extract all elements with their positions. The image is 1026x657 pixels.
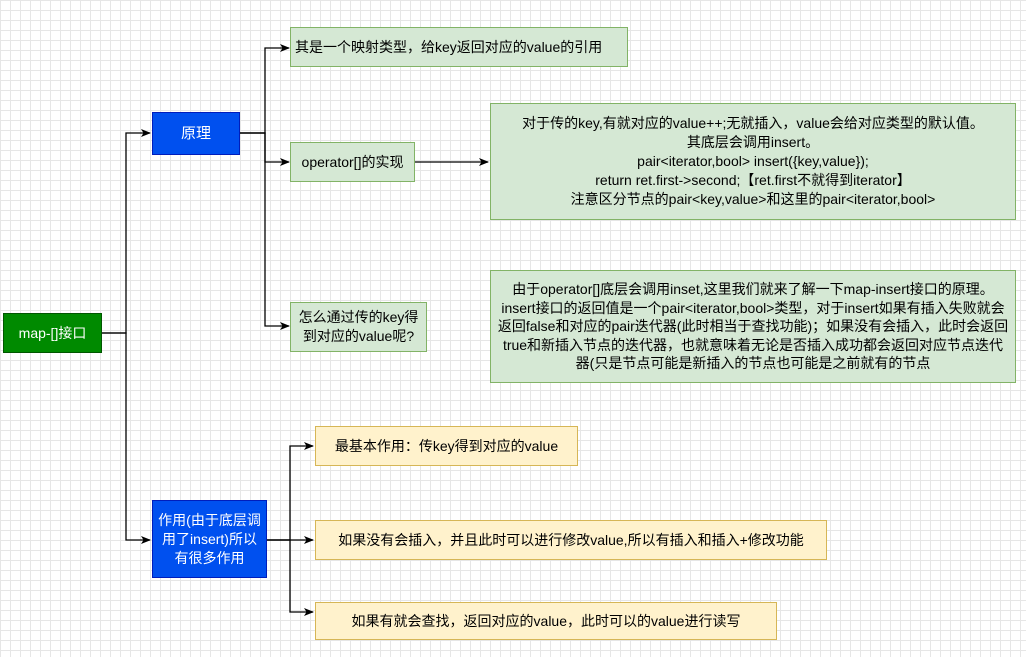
edge-root-principle [102,129,151,334]
edge-principle-mapping [240,44,290,134]
use-find-node: 如果有就会查找，返回对应的value，此时可以的value进行读写 [315,602,777,640]
insert-explain-label: 由于operator[]底层会调用inset,这里我们就来了解一下map-ins… [497,281,1009,372]
use-basic-node: 最基本作用：传key得到对应的value [315,426,578,466]
insert-explain-node: 由于operator[]底层会调用inset,这里我们就来了解一下map-ins… [490,270,1016,383]
use-basic-label: 最基本作用：传key得到对应的value [334,437,559,454]
detail-line: 其底层会调用insert。 [686,134,820,150]
how-get-label: 怎么通过传的key得到对应的value呢? [298,309,419,344]
detail-line: pair<iterator,bool> insert({key,value}); [637,153,869,169]
operator-impl-label: operator[]的实现 [301,153,404,170]
root-label: map-[]接口 [18,324,87,341]
use-insert-node: 如果没有会插入，并且此时可以进行修改value,所以有插入和插入+修改功能 [315,520,827,560]
mapping-label: 其是一个映射类型，给key返回对应的value的引用 [295,38,603,55]
use-find-label: 如果有就会查找，返回对应的value，此时可以的value进行读写 [351,612,741,629]
use-insert-label: 如果没有会插入，并且此时可以进行修改value,所以有插入和插入+修改功能 [338,531,804,548]
edge-purpose-basic [267,442,314,541]
operator-impl-node: operator[]的实现 [290,142,415,182]
principle-node: 原理 [152,112,240,155]
how-get-node: 怎么通过传的key得到对应的value呢? [290,302,427,352]
purpose-node: 作用(由于底层调用了insert)所以有很多作用 [152,500,267,578]
edge-root-purpose [102,332,151,544]
principle-label: 原理 [180,125,211,142]
operator-detail-node: 对于传的key,有就对应的value++;无就插入，value会给对应类型的默认… [490,103,1016,220]
detail-line: 注意区分节点的pair<key,value>和这里的pair<iterator,… [570,191,936,207]
root-node: map-[]接口 [3,313,102,353]
detail-line: 对于传的key,有就对应的value++;无就插入，value会给对应类型的默认… [522,115,984,131]
purpose-label: 作用(由于底层调用了insert)所以有很多作用 [158,511,261,566]
detail-line: return ret.first->second;【ret.first不就得到i… [595,172,911,188]
edge-purpose-find [267,539,314,616]
mapping-node: 其是一个映射类型，给key返回对应的value的引用 [290,27,628,67]
